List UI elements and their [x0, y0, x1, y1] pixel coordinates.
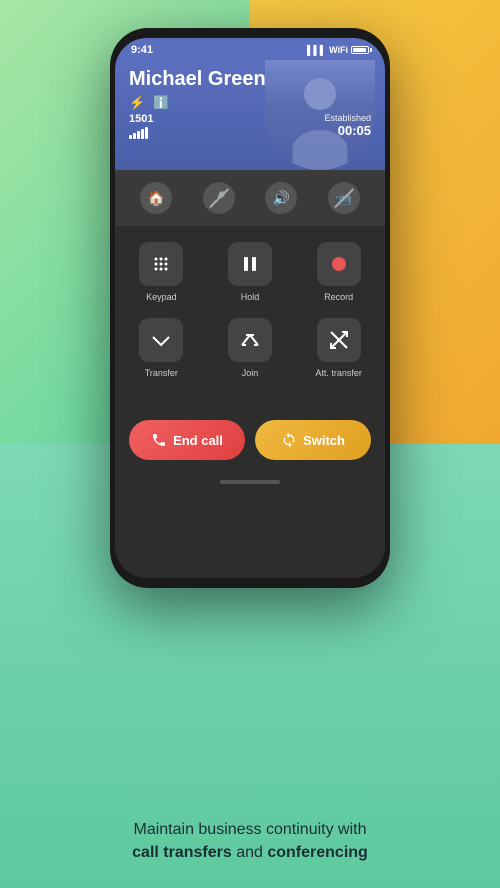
- signal-icon: ▌▌▌: [307, 45, 326, 55]
- end-call-label: End call: [173, 433, 223, 448]
- end-call-icon: [151, 432, 167, 448]
- speaker-button[interactable]: 🔊: [259, 178, 303, 218]
- footer-line1-text: Maintain business continuity with: [133, 821, 366, 838]
- keypad-icon: [139, 242, 183, 286]
- keypad-svg: [151, 254, 171, 274]
- transfer-label: Transfer: [145, 368, 178, 378]
- switch-label: Switch: [303, 433, 345, 448]
- transfer-icon: [139, 318, 183, 362]
- caller-info-row: 1501 Established 00:05: [129, 113, 371, 139]
- hold-control[interactable]: Hold: [214, 242, 287, 302]
- controls-section: Keypad Hold: [115, 226, 385, 410]
- switch-icon: [281, 432, 297, 448]
- bar1: [129, 135, 132, 139]
- call-header: Michael Green ⚡ ℹ️ 1501 Est: [115, 60, 385, 170]
- bottom-buttons: End call Switch: [115, 410, 385, 474]
- hold-label: Hold: [241, 292, 260, 302]
- switch-button[interactable]: Switch: [255, 420, 371, 460]
- keypad-label: Keypad: [146, 292, 177, 302]
- bar2: [133, 133, 136, 139]
- mute-icon: 🎤: [203, 182, 235, 214]
- footer-and: and: [232, 844, 268, 861]
- bar5: [145, 127, 148, 139]
- actions-bar: 🏠 🎤 🔊 📹: [115, 170, 385, 226]
- status-time: 9:41: [131, 44, 153, 56]
- join-label: Join: [242, 368, 259, 378]
- record-control[interactable]: Record: [302, 242, 375, 302]
- caller-icon-sound: ⚡: [129, 95, 145, 111]
- status-icons: ▌▌▌ WiFi: [307, 45, 369, 55]
- att-transfer-icon: [317, 318, 361, 362]
- record-label: Record: [324, 292, 353, 302]
- att-transfer-svg: [328, 329, 350, 351]
- phone-screen: 9:41 ▌▌▌ WiFi Michael Green ⚡ ℹ️ 1501: [115, 38, 385, 578]
- join-control[interactable]: Join: [214, 318, 287, 378]
- call-status: Established 00:05: [324, 113, 371, 138]
- controls-grid: Keypad Hold: [125, 242, 375, 378]
- att-transfer-label: Att. transfer: [315, 368, 362, 378]
- join-svg: [239, 329, 261, 351]
- speaker-icon: 🔊: [265, 182, 297, 214]
- bar4: [141, 129, 144, 139]
- battery-icon: [351, 46, 369, 54]
- home-bar: [220, 480, 280, 484]
- caller-number: 1501: [129, 113, 153, 125]
- record-icon: [317, 242, 361, 286]
- call-timer: 00:05: [324, 123, 371, 138]
- video-off-button[interactable]: 📹: [322, 178, 366, 218]
- video-off-icon: 📹: [328, 182, 360, 214]
- pause-svg: [240, 254, 260, 274]
- caller-icon-info[interactable]: ℹ️: [153, 95, 169, 111]
- established-label: Established: [324, 113, 371, 123]
- phone-frame: 9:41 ▌▌▌ WiFi Michael Green ⚡ ℹ️ 1501: [110, 28, 390, 588]
- home-button[interactable]: 🏠: [134, 178, 178, 218]
- footer-line1: Maintain business continuity with: [40, 819, 460, 841]
- caller-left: 1501: [129, 113, 153, 139]
- att-transfer-control[interactable]: Att. transfer: [302, 318, 375, 378]
- hold-icon: [228, 242, 272, 286]
- keypad-control[interactable]: Keypad: [125, 242, 198, 302]
- bar3: [137, 131, 140, 139]
- footer-line2: call transfers and conferencing: [40, 842, 460, 864]
- home-icon: 🏠: [140, 182, 172, 214]
- footer-text: Maintain business continuity with call t…: [0, 819, 500, 864]
- status-bar: 9:41 ▌▌▌ WiFi: [115, 38, 385, 60]
- home-indicator: [115, 474, 385, 490]
- transfer-svg: [150, 329, 172, 351]
- footer-bold2: conferencing: [267, 844, 367, 861]
- record-dot: [332, 257, 346, 271]
- mute-button[interactable]: 🎤: [197, 178, 241, 218]
- end-call-button[interactable]: End call: [129, 420, 245, 460]
- wifi-icon: WiFi: [329, 45, 348, 55]
- footer-bold1: call transfers: [132, 844, 232, 861]
- signal-bars: [129, 127, 153, 139]
- transfer-control[interactable]: Transfer: [125, 318, 198, 378]
- join-icon: [228, 318, 272, 362]
- caller-name: Michael Green: [129, 68, 371, 91]
